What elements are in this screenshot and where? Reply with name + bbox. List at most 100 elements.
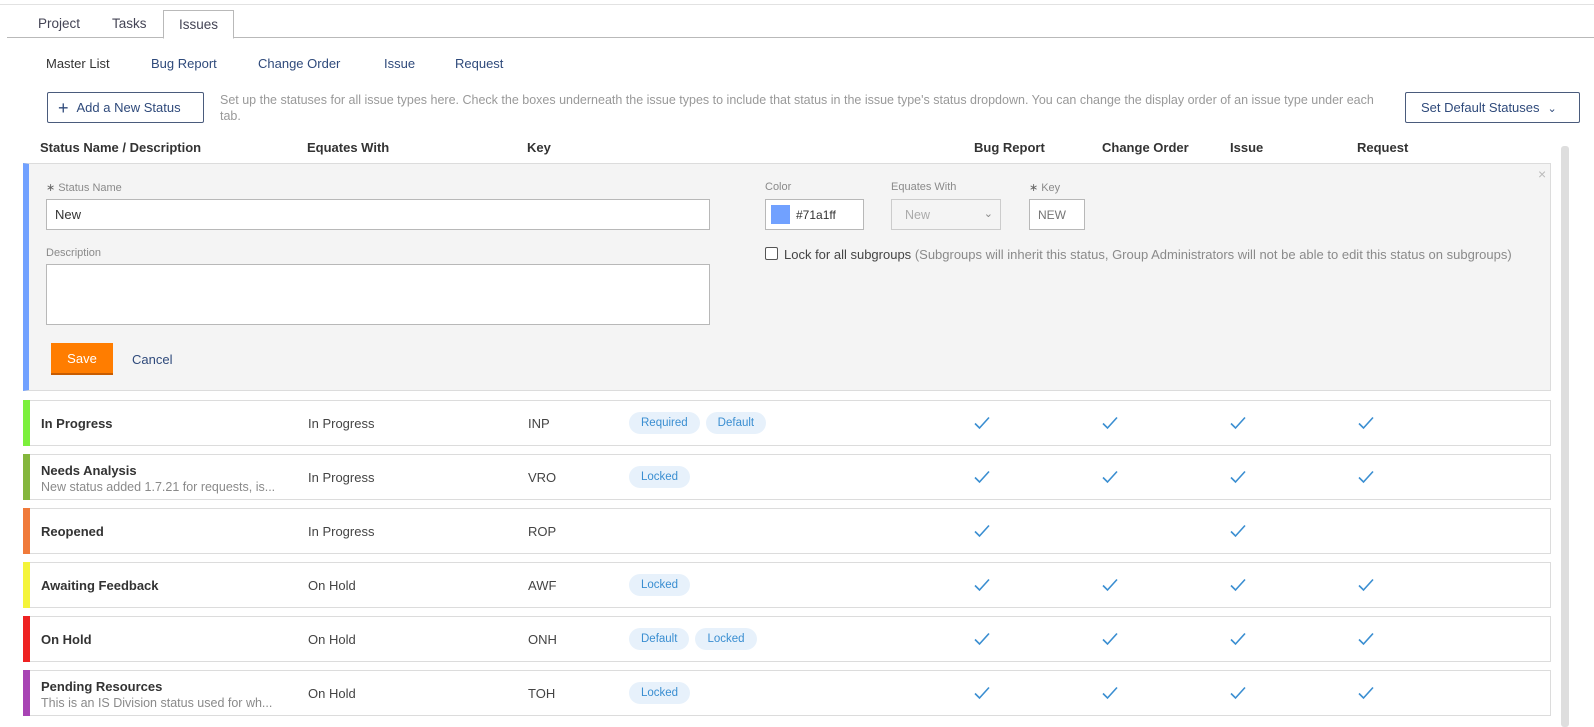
description-label: Description xyxy=(46,247,102,259)
description-textarea[interactable] xyxy=(46,264,710,325)
checkmark-icon-change-order[interactable] xyxy=(1101,468,1119,486)
checkmark-icon-bug-report[interactable] xyxy=(973,414,991,432)
checkmark-icon-issue[interactable] xyxy=(1229,630,1247,648)
status-color-bar xyxy=(23,562,30,608)
equates-with-label: Equates With xyxy=(891,181,957,193)
checkmark-icon-request[interactable] xyxy=(1357,630,1375,648)
status-description: New status added 1.7.21 for requests, is… xyxy=(41,480,276,494)
vertical-scrollbar[interactable] xyxy=(1561,146,1569,727)
save-button[interactable]: Save xyxy=(51,343,113,375)
status-row[interactable]: Awaiting Feedback On Hold AWF Locked xyxy=(23,562,1551,608)
status-badges: Locked xyxy=(629,574,696,596)
key-input[interactable] xyxy=(1029,199,1085,230)
checkmark-icon-request[interactable] xyxy=(1357,684,1375,702)
col-status-name: Status Name / Description xyxy=(40,140,202,155)
status-row[interactable]: On Hold On Hold ONH Default Locked xyxy=(23,616,1551,662)
chevron-down-icon: ⌄ xyxy=(1547,103,1557,115)
status-color-bar xyxy=(23,616,30,662)
checkmark-icon-bug-report[interactable] xyxy=(973,630,991,648)
color-label: Color xyxy=(765,181,792,193)
key-label-text: Key xyxy=(1041,182,1061,194)
plus-icon: + xyxy=(58,98,69,118)
checkmark-icon-bug-report[interactable] xyxy=(973,522,991,540)
checkmark-icon-issue[interactable] xyxy=(1229,468,1247,486)
status-equates-with: In Progress xyxy=(308,470,375,485)
status-color-bar xyxy=(23,400,30,446)
checkmark-icon-change-order[interactable] xyxy=(1101,414,1119,432)
color-value: #71a1ff xyxy=(796,208,836,222)
status-color-bar xyxy=(23,508,30,554)
status-name-label-text: Status Name xyxy=(58,182,122,194)
checkmark-icon-bug-report[interactable] xyxy=(973,468,991,486)
status-badges: Locked xyxy=(629,466,696,488)
tab-issues[interactable]: Issues xyxy=(163,10,235,39)
status-badge-locked: Locked xyxy=(695,628,757,650)
checkmark-icon-request[interactable] xyxy=(1357,576,1375,594)
checkmark-icon-request[interactable] xyxy=(1357,414,1375,432)
chevron-down-icon: ⌄ xyxy=(983,208,993,220)
status-name: Needs Analysis xyxy=(41,463,137,478)
equates-with-select[interactable]: New ⌄ xyxy=(891,199,1001,230)
status-badges: Default Locked xyxy=(629,628,763,650)
status-name-input[interactable] xyxy=(46,199,710,230)
set-default-statuses-button[interactable]: Set Default Statuses ⌄ xyxy=(1405,92,1580,123)
lock-subgroups-checkbox[interactable] xyxy=(765,247,778,260)
status-row[interactable]: Pending Resources This is an IS Division … xyxy=(23,670,1551,716)
status-description: This is an IS Division status used for w… xyxy=(41,696,273,710)
set-default-statuses-label: Set Default Statuses xyxy=(1421,100,1540,115)
col-change-order: Change Order xyxy=(1102,140,1189,155)
status-badge-required: Required xyxy=(629,412,700,434)
equates-with-value: New xyxy=(905,208,931,222)
required-marker: ∗ xyxy=(46,182,56,194)
lock-subgroups-label: Lock for all subgroups xyxy=(784,247,912,262)
lock-subgroups-note: (Subgroups will inherit this status, Gro… xyxy=(914,247,1512,262)
tab-tasks[interactable]: Tasks xyxy=(97,10,162,38)
status-edit-panel: × ∗Status Name Description Color #71a1ff… xyxy=(23,163,1551,391)
lock-subgroups-row: Lock for all subgroups (Subgroups will i… xyxy=(765,246,1525,263)
checkmark-icon-bug-report[interactable] xyxy=(973,576,991,594)
status-badge-locked: Locked xyxy=(629,466,691,488)
checkmark-icon-issue[interactable] xyxy=(1229,576,1247,594)
add-new-status-label: Add a New Status xyxy=(76,100,181,115)
checkmark-icon-change-order[interactable] xyxy=(1101,576,1119,594)
status-key: INP xyxy=(528,416,550,431)
subnav-master-list[interactable]: Master List xyxy=(46,56,110,71)
col-request: Request xyxy=(1357,140,1409,155)
checkmark-icon-issue[interactable] xyxy=(1229,522,1247,540)
status-name: Reopened xyxy=(41,524,104,539)
col-bug-report: Bug Report xyxy=(974,140,1045,155)
subnav-request[interactable]: Request xyxy=(455,56,503,71)
subnav-change-order[interactable]: Change Order xyxy=(258,56,340,71)
subnav-issue[interactable]: Issue xyxy=(384,56,415,71)
checkmark-icon-request[interactable] xyxy=(1357,468,1375,486)
col-key: Key xyxy=(527,140,551,155)
table-header: Status Name / Description Equates With K… xyxy=(0,140,1594,156)
subnav-bug-report[interactable]: Bug Report xyxy=(151,56,217,71)
status-equates-with: On Hold xyxy=(308,632,356,647)
checkmark-icon-issue[interactable] xyxy=(1229,414,1247,432)
status-badge-locked: Locked xyxy=(629,574,691,596)
status-row[interactable]: In Progress In Progress INP Required Default xyxy=(23,400,1551,446)
status-badges: Required Default xyxy=(629,412,772,434)
close-icon[interactable]: × xyxy=(1538,166,1546,182)
status-badge-default: Default xyxy=(705,412,767,434)
checkmark-icon-issue[interactable] xyxy=(1229,684,1247,702)
status-key: AWF xyxy=(528,578,557,593)
color-swatch[interactable] xyxy=(771,205,790,224)
status-equates-with: In Progress xyxy=(308,524,375,539)
status-row[interactable]: Reopened In Progress ROP xyxy=(23,508,1551,554)
checkmark-icon-bug-report[interactable] xyxy=(973,684,991,702)
checkmark-icon-change-order[interactable] xyxy=(1101,684,1119,702)
status-key: VRO xyxy=(528,470,557,485)
status-equates-with: On Hold xyxy=(308,686,356,701)
status-color-bar xyxy=(23,670,30,716)
help-text: Set up the statuses for all issue types … xyxy=(220,93,1374,123)
status-row[interactable]: Needs Analysis New status added 1.7.21 fo… xyxy=(23,454,1551,500)
color-picker[interactable]: #71a1ff xyxy=(765,199,864,230)
checkmark-icon-change-order[interactable] xyxy=(1101,630,1119,648)
cancel-button[interactable]: Cancel xyxy=(132,352,172,367)
col-equates-with: Equates With xyxy=(307,140,390,155)
add-new-status-button[interactable]: + Add a New Status xyxy=(47,92,204,123)
tab-project[interactable]: Project xyxy=(23,10,95,38)
status-equates-with: In Progress xyxy=(308,416,375,431)
